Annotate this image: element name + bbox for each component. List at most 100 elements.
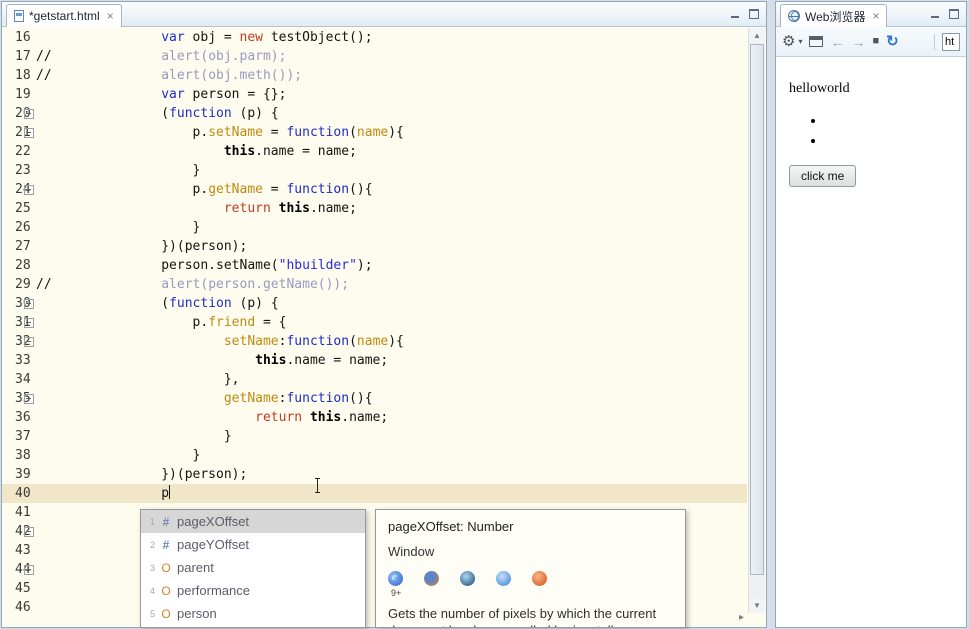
console-window-icon[interactable] <box>809 36 824 47</box>
code-line-current[interactable]: 40 p <box>2 484 747 503</box>
code-line[interactable]: 31 p.friend = { <box>2 313 747 332</box>
doc-description: Gets the number of pixels by which the c… <box>388 606 657 627</box>
code-line[interactable]: 36 return this.name; <box>2 408 747 427</box>
code-line[interactable]: 16 var obj = new testObject(); <box>2 28 747 47</box>
line-number: 34 <box>15 372 31 387</box>
code-line[interactable]: 32 setName:function(name){ <box>2 332 747 351</box>
property-kind-icon: # <box>162 514 170 529</box>
fold-marker-icon[interactable] <box>23 560 36 579</box>
chevron-down-icon[interactable]: ▾ <box>798 37 802 46</box>
code-text: })(person); <box>36 467 248 482</box>
url-input[interactable] <box>942 32 960 51</box>
scrollbar-thumb[interactable] <box>750 44 764 575</box>
firefox-icon <box>424 571 439 586</box>
completion-item[interactable]: 5 Operson <box>141 602 365 625</box>
code-line[interactable]: 35 getName:function(){ <box>2 389 747 408</box>
completion-index: 1 <box>149 516 155 527</box>
object-kind-icon: O <box>161 560 171 575</box>
refresh-icon[interactable]: ↻ <box>886 34 899 49</box>
code-line[interactable]: 33 this.name = name; <box>2 351 747 370</box>
fold-marker-icon[interactable] <box>23 180 36 199</box>
code-text: } <box>36 448 201 463</box>
gear-icon[interactable]: ⚙ <box>782 34 795 49</box>
code-text: p.friend = { <box>36 315 287 330</box>
code-line[interactable]: 38 } <box>2 446 747 465</box>
code-line[interactable]: 25 return this.name; <box>2 199 747 218</box>
tab-close-icon[interactable]: × <box>872 9 879 23</box>
completion-item[interactable]: 1 # pageXOffset <box>141 510 365 533</box>
forward-icon[interactable]: → <box>851 35 865 49</box>
vertical-scrollbar[interactable]: ▲ ▼ <box>748 28 765 613</box>
code-line[interactable]: 27 })(person); <box>2 237 747 256</box>
object-kind-icon: O <box>161 606 171 621</box>
minimize-icon[interactable] <box>730 9 740 19</box>
completion-label: person <box>177 606 217 621</box>
doc-title: pageXOffset: Number <box>388 519 514 534</box>
scroll-down-icon[interactable]: ▼ <box>749 598 765 613</box>
web-browser-panel: Web浏览器 × ⚙ ▾ ← → ■ ↻ helloworld click me <box>775 1 967 628</box>
minimize-icon[interactable] <box>930 9 940 19</box>
code-text: } <box>36 220 201 235</box>
completion-item[interactable]: 4 Operformance <box>141 579 365 602</box>
line-number: 38 <box>15 448 31 463</box>
fold-marker-icon[interactable] <box>23 294 36 313</box>
code-line[interactable]: 22 this.name = name; <box>2 142 747 161</box>
editor-window-buttons <box>730 9 759 19</box>
property-kind-icon: # <box>162 537 170 552</box>
code-line[interactable]: 23 } <box>2 161 747 180</box>
browser-viewport: helloworld click me <box>776 57 966 627</box>
code-text: getName:function(){ <box>223 391 373 406</box>
code-line[interactable]: 34 }, <box>2 370 747 389</box>
line-number: 26 <box>15 220 31 235</box>
code-line[interactable]: 28 person.setName("hbuilder"); <box>2 256 747 275</box>
tab-close-icon[interactable]: × <box>107 9 114 23</box>
browser-tab[interactable]: Web浏览器 × <box>780 4 888 27</box>
code-line[interactable]: 17 // alert(obj.parm); <box>2 47 747 66</box>
line-number: 40 <box>15 486 31 501</box>
fold-marker-icon[interactable] <box>23 522 36 541</box>
fold-marker-icon[interactable] <box>23 332 36 351</box>
line-number: 18 <box>15 68 31 83</box>
maximize-icon[interactable] <box>949 9 959 19</box>
code-line[interactable]: 18 // alert(obj.meth()); <box>2 66 747 85</box>
code-text: var obj = new testObject(); <box>161 30 373 45</box>
code-line[interactable]: 26 } <box>2 218 747 237</box>
doc-context: Window <box>388 544 435 559</box>
stop-icon[interactable]: ■ <box>872 36 879 47</box>
code-text: })(person); <box>36 239 248 254</box>
code-text: (function (p) { <box>36 296 279 311</box>
completion-item[interactable]: 3 Oparent <box>141 556 365 579</box>
maximize-icon[interactable] <box>749 9 759 19</box>
code-line[interactable]: 37 } <box>2 427 747 446</box>
code-line[interactable]: 30 (function (p) { <box>2 294 747 313</box>
completion-item[interactable]: 2 # pageYOffset <box>141 533 365 556</box>
code-text: this.name = name; <box>223 144 357 159</box>
fold-marker-icon[interactable] <box>23 389 36 408</box>
fold-marker-icon[interactable] <box>23 313 36 332</box>
fold-marker-icon[interactable] <box>23 104 36 123</box>
globe-icon <box>788 10 800 22</box>
completion-label: pageYOffset <box>177 537 250 552</box>
click-me-button[interactable]: click me <box>789 165 857 187</box>
code-line[interactable]: 39 })(person); <box>2 465 747 484</box>
browser-tab-title: Web浏览器 <box>805 9 866 24</box>
code-line[interactable]: 24 p.getName = function(){ <box>2 180 747 199</box>
back-icon[interactable]: ← <box>830 35 844 49</box>
code-line[interactable]: 20 (function (p) { <box>2 104 747 123</box>
code-line[interactable]: 29 // alert(person.getName()); <box>2 275 747 294</box>
code-line[interactable]: 19 var person = {}; <box>2 85 747 104</box>
editor-tab[interactable]: *getstart.html × <box>6 4 122 27</box>
code-text: person.setName("hbuilder"); <box>36 258 373 273</box>
fold-marker-icon[interactable] <box>23 123 36 142</box>
scroll-right-icon[interactable]: ▸ <box>739 612 744 623</box>
code-line[interactable]: 21 p.setName = function(name){ <box>2 123 747 142</box>
code-text: // alert(obj.meth()); <box>36 68 303 83</box>
code-text: // alert(person.getName()); <box>36 277 350 292</box>
scroll-up-icon[interactable]: ▲ <box>749 28 765 43</box>
